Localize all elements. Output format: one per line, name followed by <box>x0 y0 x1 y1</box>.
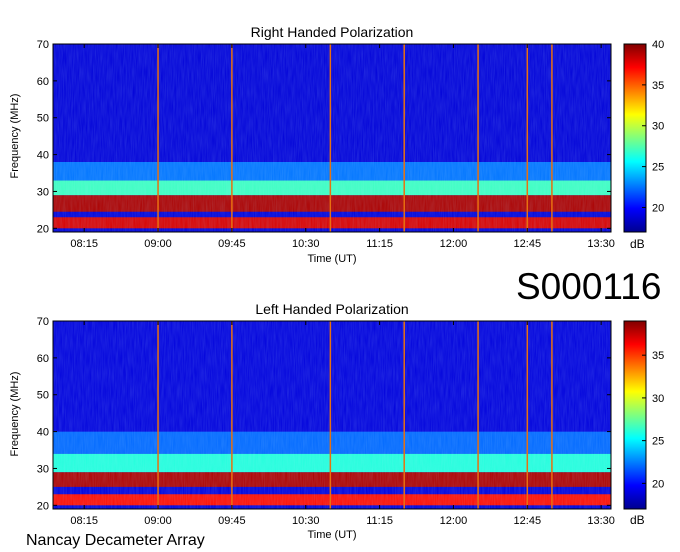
x-tick-label: 08:15 <box>70 515 98 527</box>
colorbar-tick-label: 20 <box>652 202 664 214</box>
y-tick-label: 20 <box>37 223 49 235</box>
x-tick-label: 09:45 <box>218 238 246 250</box>
y-tick-label: 50 <box>37 113 49 125</box>
y-axis-label: Frequency (MHz) <box>9 372 21 457</box>
spectrogram-plot <box>52 43 612 233</box>
y-tick-label: 70 <box>37 39 49 51</box>
colorbar-unit: dB <box>630 237 645 251</box>
x-tick-label: 09:00 <box>144 515 172 527</box>
y-tick-label: 30 <box>37 463 49 475</box>
x-tick-label: 12:00 <box>440 238 468 250</box>
spectrogram-figure: Right Handed Polarization 08:15 09:00 09:4… <box>9 24 664 549</box>
left-polarization-panel: Left Handed Polarization 08:15 09:00 09:45… <box>9 301 664 541</box>
colorbar-tick-label: 30 <box>652 393 664 405</box>
chart-title: Left Handed Polarization <box>255 301 408 317</box>
x-tick-label: 12:00 <box>440 515 468 527</box>
x-tick-label: 13:30 <box>587 515 615 527</box>
colorbar-unit: dB <box>630 513 645 527</box>
colorbar-gradient <box>623 320 647 510</box>
x-tick-label: 10:30 <box>292 238 320 250</box>
right-polarization-panel: Right Handed Polarization 08:15 09:00 09:4… <box>9 24 664 265</box>
colorbar: 20 25 30 35 <box>623 320 664 510</box>
colorbar-tick-label: 25 <box>652 436 664 448</box>
colorbar-tick-label: 20 <box>652 478 664 490</box>
spectrogram-plot <box>52 320 612 510</box>
colorbar-tick-label: 35 <box>652 350 664 362</box>
x-axis-label: Time (UT) <box>307 253 356 265</box>
y-tick-label: 50 <box>37 390 49 402</box>
colorbar-gradient <box>623 43 647 233</box>
colorbar: 20 25 30 35 40 <box>623 39 664 233</box>
x-axis-label: Time (UT) <box>307 529 356 541</box>
x-tick-label: 11:15 <box>366 515 393 527</box>
x-tick-label: 09:45 <box>218 515 246 527</box>
y-tick-label: 40 <box>37 150 49 162</box>
x-tick-label: 08:15 <box>70 238 98 250</box>
dataset-id: S000116 <box>516 266 661 307</box>
x-tick-label: 10:30 <box>292 515 320 527</box>
y-axis-label: Frequency (MHz) <box>9 94 21 179</box>
colorbar-tick-label: 35 <box>652 80 664 92</box>
colorbar-tick-label: 30 <box>652 121 664 133</box>
y-tick-label: 60 <box>37 353 49 365</box>
y-tick-label: 70 <box>37 316 49 328</box>
colorbar-tick-label: 25 <box>652 162 664 174</box>
y-tick-label: 40 <box>37 427 49 439</box>
x-tick-label: 13:30 <box>587 238 615 250</box>
chart-title: Right Handed Polarization <box>251 24 414 40</box>
y-tick-label: 60 <box>37 76 49 88</box>
x-tick-label: 11:15 <box>366 238 393 250</box>
colorbar-tick-label: 40 <box>652 39 664 51</box>
x-tick-label: 12:45 <box>514 238 542 250</box>
y-tick-label: 30 <box>37 186 49 198</box>
instrument-name: Nancay Decameter Array <box>26 532 205 549</box>
x-tick-label: 12:45 <box>514 515 542 527</box>
x-tick-label: 09:00 <box>144 238 172 250</box>
y-tick-label: 20 <box>37 500 49 512</box>
